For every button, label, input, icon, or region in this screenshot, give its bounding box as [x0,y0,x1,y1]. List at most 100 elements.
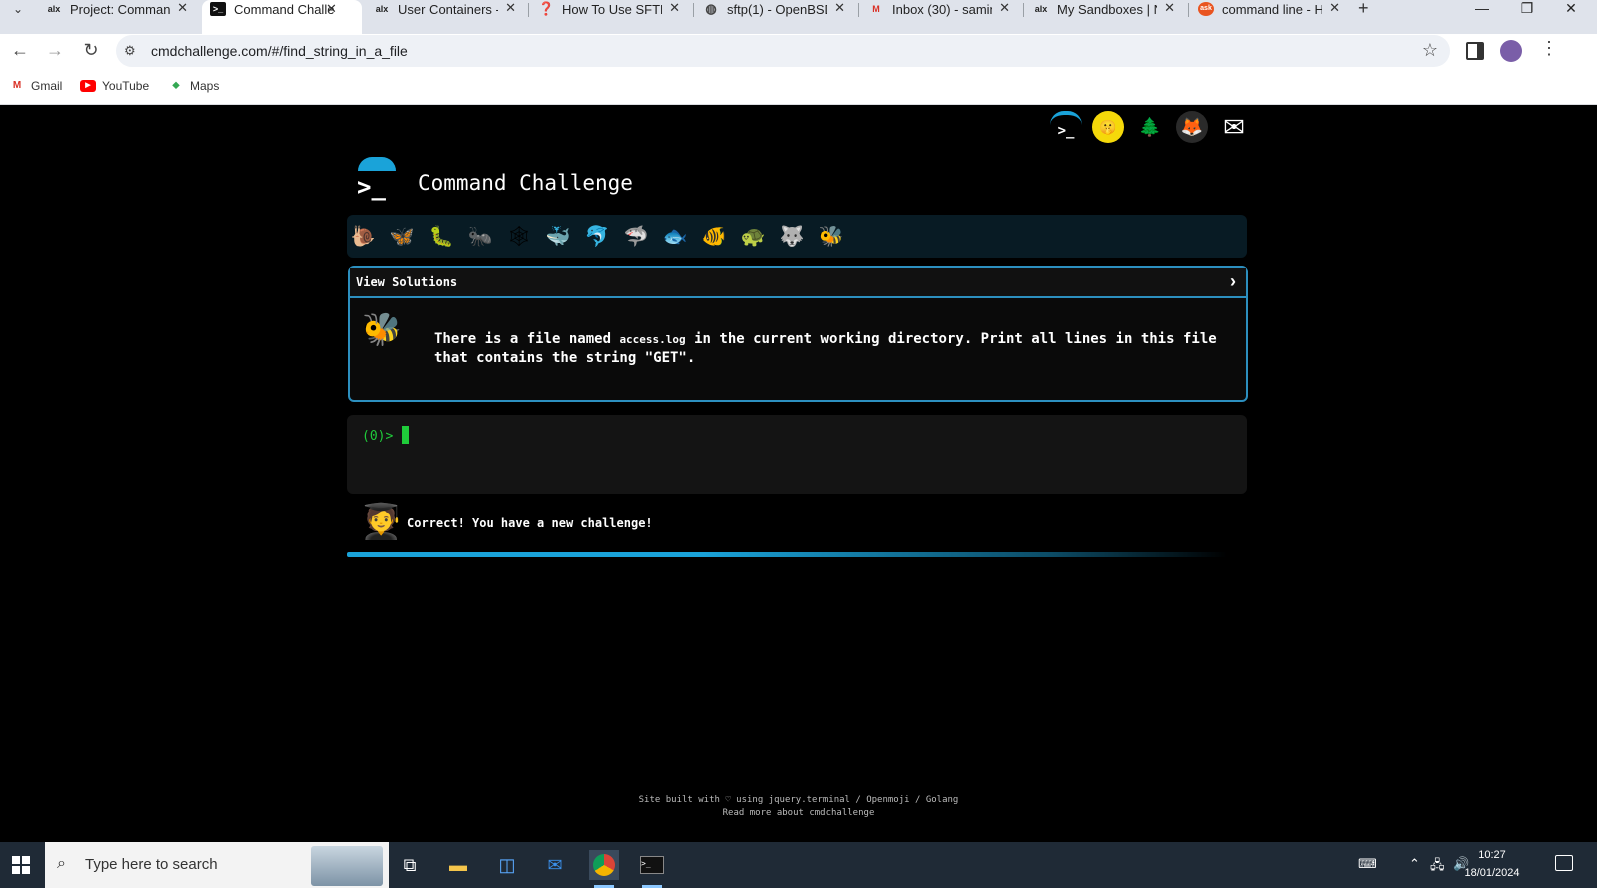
bookmark-star-icon[interactable]: ☆ [1422,40,1438,61]
terminal-logo-icon[interactable]: >_ [1050,111,1082,147]
close-tab-icon[interactable]: ✕ [669,0,680,16]
chrome-icon[interactable] [589,850,619,888]
bookmark-youtube[interactable]: ▶ YouTube [80,79,149,93]
level-butterfly-icon[interactable]: 🦋 [387,221,417,251]
windows-start-icon[interactable] [12,856,30,874]
tab-title: sftp(1) - OpenBSD [727,1,827,17]
forward-icon[interactable]: → [43,40,67,61]
tab-title: How To Use SFTP [562,1,662,17]
close-tab-icon[interactable]: ✕ [834,0,845,16]
restore-button[interactable]: ❐ [1507,0,1547,17]
keyboard-layout-icon[interactable]: ⌨ [1358,856,1377,872]
show-hidden-icons-icon[interactable]: ⌃ [1409,856,1420,872]
level-ant-icon[interactable]: 🐜 [465,221,495,251]
mail-icon[interactable]: ✉ [1218,111,1250,143]
search-icon: ⌕ [57,855,66,872]
tab-project-command[interactable]: alx Project: Command ✕ [46,0,196,18]
bookmark-gmail[interactable]: M Gmail [9,79,63,93]
terminal[interactable]: (0)> [347,415,1247,494]
level-wolf-icon[interactable]: 🐺 [777,221,807,251]
footer: Site built with ♡ using jquery.terminal … [0,794,1597,820]
challenge-card: View Solutions › 🐝 There is a file named… [348,266,1248,402]
level-turtle-icon[interactable]: 🐢 [738,221,768,251]
gmail-favicon-icon: M [872,4,880,14]
level-whale-icon[interactable]: 🐳 [543,221,573,251]
minimize-button[interactable]: — [1462,0,1502,16]
level-tropical-fish-icon[interactable]: 🐠 [699,221,729,251]
tab-command-challenge[interactable]: >_ Command Challen ✕ [202,0,362,34]
tab-title: command line - H [1222,1,1322,17]
store-icon[interactable]: ◫ [492,850,522,880]
close-tab-icon[interactable]: ✕ [1329,0,1340,16]
student-icon: 🧑‍🎓 [360,503,403,541]
level-shark-icon[interactable]: 🦈 [621,221,651,251]
terminal-prompt: (0)> [362,429,394,444]
side-panel-icon[interactable] [1466,42,1484,60]
notifications-icon[interactable] [1555,855,1573,871]
profile-avatar[interactable] [1500,40,1522,62]
site-logo[interactable]: >_ [355,157,397,201]
chevron-right-icon[interactable]: › [1230,271,1236,292]
tab-title: Command Challen [234,1,334,17]
close-window-button[interactable]: ✕ [1551,0,1591,17]
tab-strip: ⌄ alx Project: Command ✕ >_ Command Chal… [0,0,1597,34]
bookmark-maps[interactable]: ⬥ Maps [168,79,220,93]
search-placeholder: Type here to search [85,856,218,873]
close-tab-icon[interactable]: ✕ [1164,0,1175,16]
alx-favicon-icon: alx [47,4,61,14]
challenge-text-part: There is a file named [434,331,620,347]
bee-icon: 🐝 [362,311,402,347]
new-tab-button[interactable]: + [1358,0,1369,19]
back-icon[interactable]: ← [8,40,32,61]
terminal-app-icon[interactable]: >_ [637,850,667,888]
level-dolphin-icon[interactable]: 🐬 [582,221,612,251]
tab-command-line[interactable]: ask command line - H ✕ [1198,0,1348,18]
tab-my-sandboxes[interactable]: alx My Sandboxes | N ✕ [1033,0,1183,18]
terminal-app-glyph: >_ [640,856,664,874]
close-tab-icon[interactable]: ✕ [999,0,1010,16]
tab-gmail-inbox[interactable]: M Inbox (30) - samin ✕ [868,0,1018,18]
maps-icon: ⬥ [172,80,180,91]
tab-search-button[interactable]: ⌄ [4,0,32,18]
tab-title: Inbox (30) - samin [892,1,992,17]
menu-kebab-icon[interactable]: ⋮ [1540,38,1558,59]
close-tab-icon[interactable]: ✕ [505,0,516,16]
tab-user-containers[interactable]: alx User Containers - ✕ [374,0,524,18]
bookmark-label: Maps [190,79,220,93]
network-icon[interactable]: 🖧 [1430,856,1445,878]
tree-icon[interactable]: 🌲 [1134,111,1166,143]
file-explorer-icon[interactable]: ▬ [443,850,473,880]
logo-prompt: >_ [357,173,386,201]
close-tab-icon[interactable]: ✕ [326,1,337,17]
level-bee-icon[interactable]: 🐝 [816,221,846,251]
gitlab-icon[interactable]: 🦊 [1176,111,1208,143]
gmail-icon: M [12,80,22,91]
url-text[interactable]: cmdchallenge.com/#/find_string_in_a_file [151,43,408,59]
tab-how-to-use-sftp[interactable]: ❓ How To Use SFTP ✕ [538,0,688,18]
view-solutions-label: View Solutions [356,275,458,289]
level-fish-icon[interactable]: 🐟 [660,221,690,251]
address-bar[interactable]: ⚙ cmdchallenge.com/#/find_string_in_a_fi… [116,35,1450,67]
challenge-filename: access.log [619,333,686,346]
system-clock[interactable]: 10:27 18/01/2024 [1452,846,1532,882]
hint-icon[interactable]: 🤫 [1092,111,1124,143]
view-solutions-toggle[interactable]: View Solutions › [350,268,1246,298]
tab-title: My Sandboxes | N [1057,1,1157,17]
mail-app-icon[interactable]: ✉ [540,850,570,880]
level-spider-icon[interactable]: 🕸 [504,221,534,251]
footer-credits: Site built with ♡ using jquery.terminal … [638,795,959,805]
tab-separator [1188,3,1189,17]
level-snail-icon[interactable]: 🐌 [348,221,378,251]
taskbar-search[interactable]: ⌕ Type here to search [45,842,389,888]
task-view-icon[interactable]: ⧉ [395,850,425,880]
site-info-icon[interactable]: ⚙ [124,43,136,59]
clock-time: 10:27 [1478,849,1506,861]
tab-sftp-openbsd[interactable]: ◍ sftp(1) - OpenBSD ✕ [703,0,853,18]
reload-icon[interactable]: ↻ [79,40,103,61]
footer-about-link[interactable]: Read more about cmdchallenge [0,807,1597,820]
close-tab-icon[interactable]: ✕ [177,0,188,16]
taskbar: ⌕ Type here to search ⧉ ▬ ◫ ✉ >_ ⌨ ⌃ 🖧 🔊… [0,842,1597,888]
level-caterpillar-icon[interactable]: 🐛 [426,221,456,251]
tab-separator [528,3,529,17]
tab-title: Project: Command [70,1,170,17]
